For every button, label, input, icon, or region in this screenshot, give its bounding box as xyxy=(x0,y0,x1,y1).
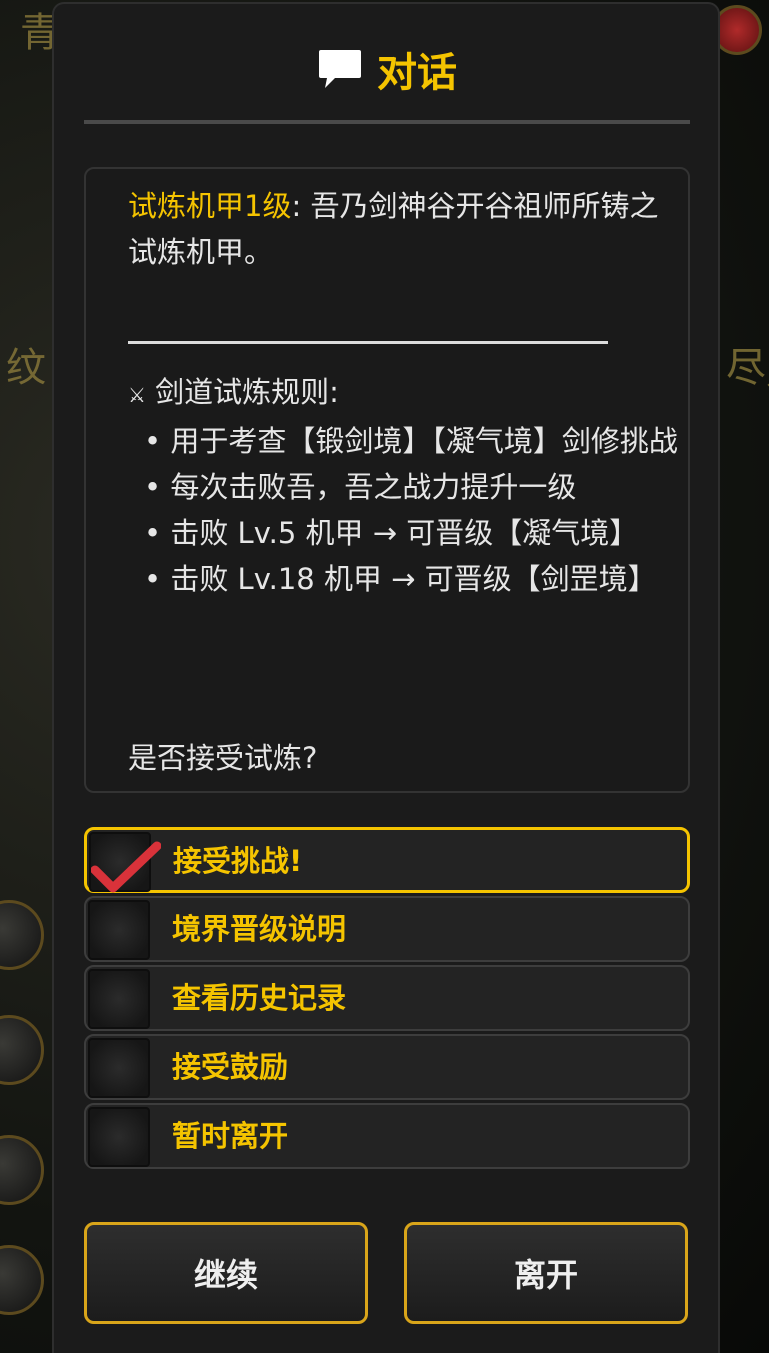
dialog-question: 是否接受试炼? xyxy=(128,741,318,775)
title-divider xyxy=(84,120,690,124)
background-skill-icon xyxy=(0,1245,44,1315)
background-glyph: 纹 xyxy=(6,345,46,391)
option-label: 接受鼓励 xyxy=(172,1050,289,1084)
rule-item: • 每次击败吾，吾之战力提升一级 xyxy=(144,470,577,504)
option-realm-info[interactable]: 境界晋级说明 xyxy=(84,896,690,962)
background-skill-icon xyxy=(0,1015,44,1085)
option-checkbox[interactable] xyxy=(88,1107,150,1167)
background-skill-icon xyxy=(0,900,44,970)
speaker-name: 试炼机甲1级 xyxy=(128,189,292,223)
rules-block: ⚔ 剑道试炼规则: • 用于考查【锻剑境】【凝气境】剑修挑战 • 每次击败吾，吾… xyxy=(128,369,678,602)
option-label: 境界晋级说明 xyxy=(172,912,347,946)
option-leave-temporarily[interactable]: 暂时离开 xyxy=(84,1103,690,1169)
option-label: 查看历史记录 xyxy=(172,981,347,1015)
rule-item: • 击败 Lv.5 机甲 → 可晋级【凝气境】 xyxy=(144,516,639,550)
option-label: 接受挑战! xyxy=(173,844,303,878)
rule-item: • 用于考查【锻剑境】【凝气境】剑修挑战 xyxy=(144,424,678,458)
dialog-intro: 试炼机甲1级: 吾乃剑神谷开谷祖师所铸之试炼机甲。 xyxy=(128,183,678,275)
rule-item: • 击败 Lv.18 机甲 → 可晋级【剑罡境】 xyxy=(144,562,657,596)
leave-button[interactable]: 离开 xyxy=(404,1222,688,1324)
swords-icon: ⚔ xyxy=(128,383,146,407)
dialog-title: 对话 xyxy=(377,50,457,96)
checkmark-icon xyxy=(91,841,161,893)
option-checkbox[interactable] xyxy=(89,832,161,893)
background-skill-icon xyxy=(0,1135,44,1205)
option-checkbox[interactable] xyxy=(88,900,150,960)
dialog-text-box: 试炼机甲1级: 吾乃剑神谷开谷祖师所铸之试炼机甲。 ⚔ 剑道试炼规则: • 用于… xyxy=(84,167,690,793)
background-glyph: 尽, xyxy=(726,345,769,391)
text-divider xyxy=(128,341,608,344)
option-checkbox[interactable] xyxy=(88,1038,150,1098)
option-accept-challenge[interactable]: 接受挑战! xyxy=(84,827,690,893)
continue-button[interactable]: 继续 xyxy=(84,1222,368,1324)
option-checkbox[interactable] xyxy=(88,969,150,1029)
option-encourage[interactable]: 接受鼓励 xyxy=(84,1034,690,1100)
dialog-header: 对话 xyxy=(54,40,718,98)
option-history[interactable]: 查看历史记录 xyxy=(84,965,690,1031)
option-label: 暂时离开 xyxy=(172,1119,289,1153)
rules-heading: ⚔ 剑道试炼规则: xyxy=(128,375,339,409)
chat-bubble-icon xyxy=(319,50,361,88)
dialog-panel: 对话 试炼机甲1级: 吾乃剑神谷开谷祖师所铸之试炼机甲。 ⚔ 剑道试炼规则: •… xyxy=(52,2,720,1353)
